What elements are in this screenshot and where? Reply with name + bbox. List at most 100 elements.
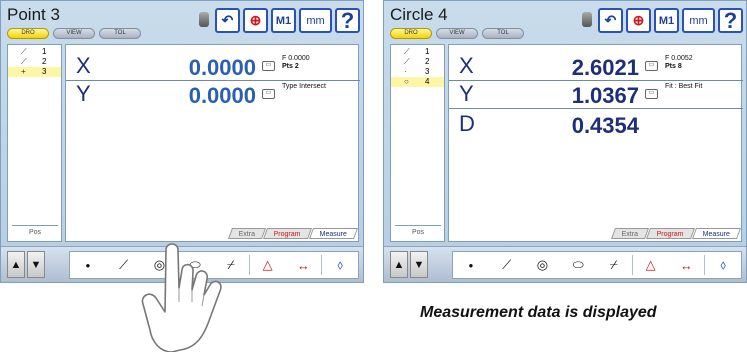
tab-program[interactable]: Program <box>645 228 695 239</box>
skew-icon[interactable]: ⬨ <box>322 257 358 273</box>
bottom-toolbar: ▲ ▼ • ⟋ ◎ ⬭ ⌿ △ ↔ ⬨ <box>384 246 746 282</box>
up-arrow-icon: ▲ <box>10 258 22 271</box>
tab-measure[interactable]: Measure <box>691 228 742 239</box>
axis-label: Y <box>76 81 91 106</box>
mode-tol-button[interactable]: TOL <box>482 28 524 39</box>
help-button[interactable]: ? <box>335 8 360 33</box>
result-row: X 0.0000 ▭ F 0.0000 Pts 2 <box>66 53 360 81</box>
slot-icon[interactable]: ⬭ <box>560 257 596 273</box>
crosshair-icon: ⊕ <box>632 12 645 28</box>
result-info: F 0.0052 Pts 8 <box>665 55 693 70</box>
mode-tol-button[interactable]: TOL <box>99 28 141 39</box>
circle-icon: ○ <box>404 77 409 86</box>
point-icon[interactable]: • <box>70 258 106 273</box>
result-info: F 0.0000 Pts 2 <box>282 55 310 70</box>
m1-button[interactable]: M1 <box>271 8 296 33</box>
up-arrow-icon: ▲ <box>393 258 405 271</box>
list-item[interactable]: · 3 <box>391 67 444 77</box>
axis-value: 0.0000 <box>188 83 256 108</box>
line-icon[interactable]: ⟋ <box>489 257 525 273</box>
point-icon: · <box>404 67 407 76</box>
help-button[interactable]: ? <box>718 8 743 33</box>
axis-value: 2.6021 <box>571 55 639 80</box>
toolbar: ↶ ⊕ M1 mm ? <box>598 8 743 33</box>
undo-button[interactable]: ↶ <box>215 8 240 33</box>
line-icon: ⟋ <box>404 47 410 56</box>
point-icon[interactable]: • <box>453 258 489 273</box>
units-button[interactable]: mm <box>682 8 715 33</box>
pointing-hand-icon <box>141 243 222 352</box>
line-icon[interactable]: ⟋ <box>106 257 142 273</box>
list-item[interactable]: ○ 4 <box>391 77 444 87</box>
width-icon[interactable]: ↔ <box>286 258 322 273</box>
axis-value: 0.4354 <box>571 113 639 138</box>
list-item[interactable]: + 3 <box>8 67 61 77</box>
feature-list: ⟋ 1 ⟋ 2 + 3 Pos <box>7 44 62 242</box>
list-item[interactable]: ⟋ 2 <box>8 57 61 67</box>
skew-icon[interactable]: ⬨ <box>705 257 741 273</box>
pos-tab[interactable]: Pos <box>395 225 441 239</box>
undo-button[interactable]: ↶ <box>598 8 623 33</box>
probe-button[interactable]: ⊕ <box>243 8 268 33</box>
line-icon: ⟋ <box>21 47 27 56</box>
list-item[interactable]: ⟋ 2 <box>391 57 444 67</box>
units-button[interactable]: mm <box>299 8 332 33</box>
circle-icon[interactable]: ◎ <box>525 257 561 273</box>
point-icon: + <box>21 67 26 76</box>
keypad-icon[interactable]: ▭ <box>262 89 275 99</box>
scroll-buttons: ▲ ▼ <box>7 251 45 278</box>
feature-title: Circle 4 <box>390 5 448 24</box>
result-row: Y 0.0000 ▭ Type Intersect <box>66 81 360 109</box>
probe-button[interactable]: ⊕ <box>626 8 651 33</box>
list-item[interactable]: ⟋ 1 <box>391 47 444 57</box>
mode-buttons: DRO VIEW TOL <box>390 28 524 39</box>
axis-label: Y <box>459 81 474 106</box>
mode-view-button[interactable]: VIEW <box>53 28 95 39</box>
mode-dro-button[interactable]: DRO <box>390 28 432 39</box>
list-item[interactable]: ⟋ 1 <box>8 47 61 57</box>
keypad-icon[interactable]: ▭ <box>262 61 275 71</box>
keypad-icon[interactable]: ▭ <box>645 61 658 71</box>
tab-measure[interactable]: Measure <box>308 228 359 239</box>
tab-bar: Extra Program Measure <box>610 228 742 239</box>
mode-buttons: DRO VIEW TOL <box>7 28 141 39</box>
axis-label: X <box>76 53 91 78</box>
scroll-up-button[interactable]: ▲ <box>390 251 408 278</box>
distance-icon[interactable]: ⌿ <box>596 257 632 273</box>
scroll-down-button[interactable]: ▼ <box>410 251 428 278</box>
result-row: X 2.6021 ▭ F 0.0052 Pts 8 <box>449 53 743 81</box>
tab-extra[interactable]: Extra <box>227 228 266 239</box>
undo-icon: ↶ <box>221 12 234 28</box>
lock-icon <box>582 12 592 27</box>
scroll-buttons: ▲ ▼ <box>390 251 428 278</box>
result-row: Y 1.0367 ▭ Fit : Best Fit <box>449 81 743 109</box>
line-icon: ⟋ <box>21 57 27 66</box>
axis-value: 0.0000 <box>188 55 256 80</box>
tab-program[interactable]: Program <box>262 228 312 239</box>
keypad-icon[interactable]: ▭ <box>645 89 658 99</box>
tab-extra[interactable]: Extra <box>610 228 649 239</box>
measurement-display: X 2.6021 ▭ F 0.0052 Pts 8 Y 1.0367 ▭ Fit… <box>448 44 743 242</box>
toolbar: ↶ ⊕ M1 mm ? <box>215 8 360 33</box>
crosshair-icon: ⊕ <box>249 12 262 28</box>
angle-icon[interactable]: △ <box>633 257 669 273</box>
lock-icon <box>199 12 209 27</box>
dro-screen-right: Circle 4 DRO VIEW TOL ↶ ⊕ M1 mm ? ⟋ 1 ⟋ … <box>383 0 747 283</box>
tab-bar: Extra Program Measure <box>227 228 359 239</box>
scroll-down-button[interactable]: ▼ <box>27 251 45 278</box>
scroll-up-button[interactable]: ▲ <box>7 251 25 278</box>
width-icon[interactable]: ↔ <box>669 258 705 273</box>
measurement-display: X 0.0000 ▭ F 0.0000 Pts 2 Y 0.0000 ▭ Typ… <box>65 44 360 242</box>
angle-icon[interactable]: △ <box>250 257 286 273</box>
axis-value: 1.0367 <box>571 83 639 108</box>
pos-tab[interactable]: Pos <box>12 225 58 239</box>
mode-dro-button[interactable]: DRO <box>7 28 49 39</box>
result-row: D 0.4354 <box>449 111 743 139</box>
result-info: Fit : Best Fit <box>665 83 703 90</box>
caption: Measurement data is displayed <box>420 304 657 321</box>
stage: Point 3 DRO VIEW TOL ↶ ⊕ M1 mm ? ⟋ 1 ⟋ 2… <box>0 0 747 352</box>
mode-view-button[interactable]: VIEW <box>436 28 478 39</box>
axis-label: D <box>459 111 475 136</box>
result-info: Type Intersect <box>282 83 326 90</box>
m1-button[interactable]: M1 <box>654 8 679 33</box>
